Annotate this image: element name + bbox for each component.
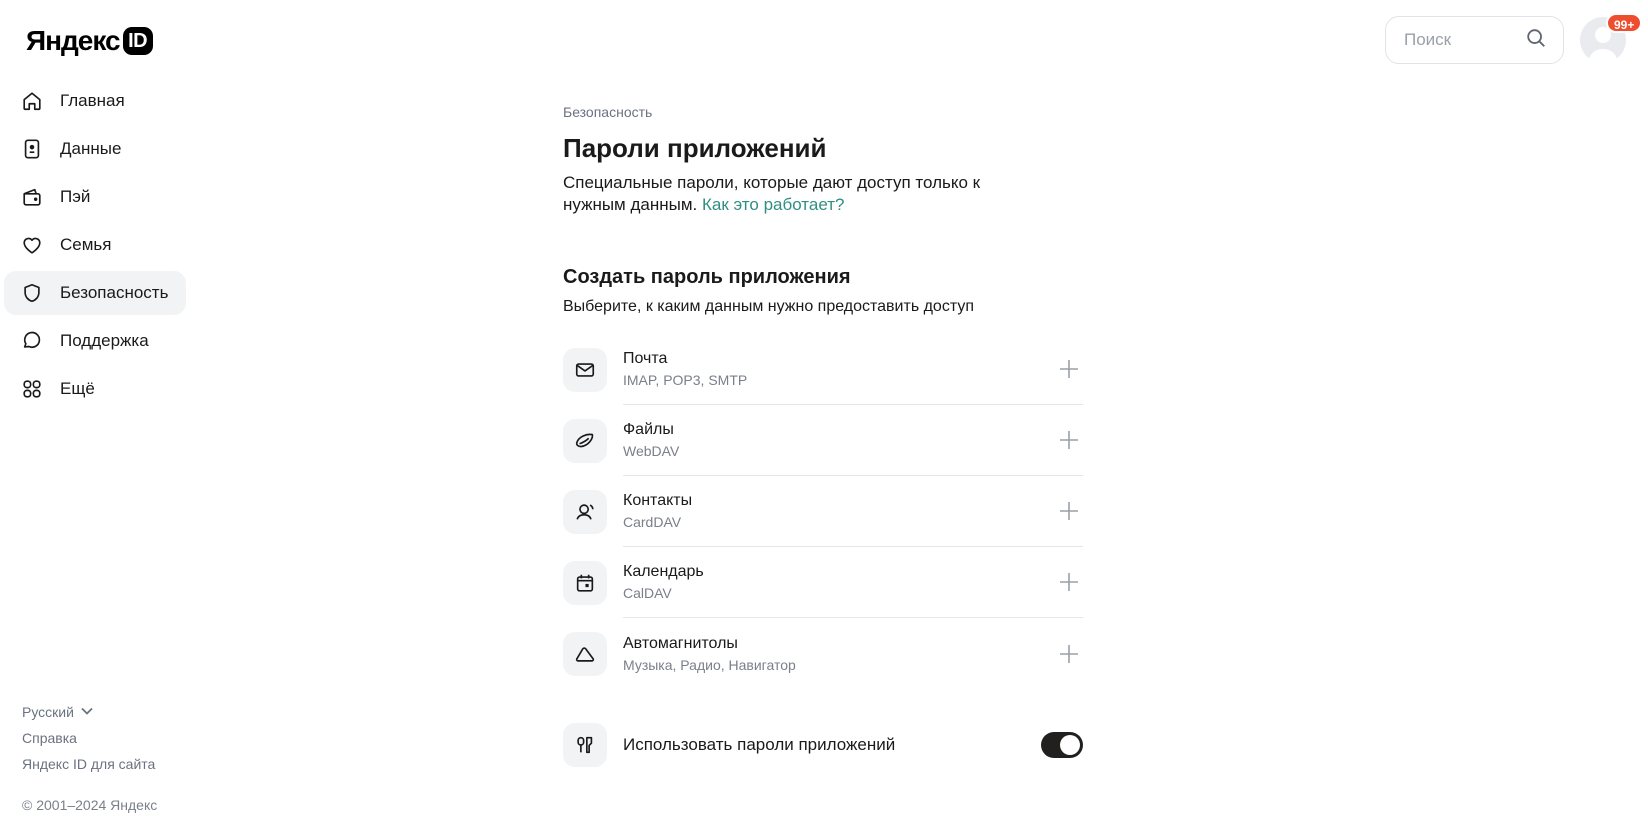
id-card-icon [20,137,44,161]
plus-icon[interactable] [1057,642,1081,666]
app-passwords-toggle-row: Использовать пароли приложений [563,709,1083,780]
service-body: Почта IMAP, POP3, SMTP [623,334,1083,405]
service-car-audio[interactable]: Автомагнитолы Музыка, Радио, Навигатор [563,618,1083,689]
sidebar-item-data[interactable]: Данные [4,127,186,171]
service-name: Календарь [623,563,704,580]
service-text: Контакты CardDAV [623,490,692,532]
service-body: Календарь CalDAV [623,547,1083,618]
page: Яндекс ID Главная Данные Пэй Семья Безоп… [0,0,1648,838]
app-passwords-toggle[interactable] [1041,731,1083,758]
notifications-badge: 99+ [1606,13,1643,33]
yandex-id-logo[interactable]: Яндекс ID [26,25,153,57]
service-body: Автомагнитолы Музыка, Радио, Навигатор [623,618,1083,689]
language-selector[interactable]: Русский [22,702,155,722]
sidebar-footer: Русский Справка Яндекс ID для сайта [22,702,155,774]
service-name: Автомагнитолы [623,634,738,652]
sidebar-item-label: Безопасность [60,283,169,302]
chat-icon [20,329,44,353]
copyright: © 2001–2024 Яндекс [22,797,158,813]
service-protocol: Музыка, Радио, Навигатор [623,656,796,673]
breadcrumb[interactable]: Безопасность [563,104,1083,124]
help-link[interactable]: Справка [22,728,155,748]
toggle-label: Использовать пароли приложений [623,734,896,754]
user-menu[interactable]: 99+ [1580,13,1643,63]
service-protocol: WebDAV [623,443,680,459]
id-for-site-link[interactable]: Яндекс ID для сайта [22,754,155,774]
calendar-icon [563,560,607,605]
car-icon [563,631,607,676]
plus-icon[interactable] [1057,428,1081,452]
section-subtitle: Выберите, к каким данным нужно предостав… [563,298,974,315]
logo-id-mark: ID [122,27,153,55]
sidebar-item-label: Пэй [60,187,91,206]
service-text: Календарь CalDAV [623,561,704,603]
services-list: Почта IMAP, POP3, SMTP Файлы WebDAV Конт… [563,334,1083,689]
sidebar-item-home[interactable]: Главная [4,79,186,123]
search-icon[interactable] [1525,27,1547,54]
sidebar-item-more[interactable]: Ещё [4,367,186,411]
disk-icon [563,418,607,463]
plus-icon[interactable] [1057,570,1081,594]
service-text: Почта IMAP, POP3, SMTP [623,348,747,390]
toggle-knob [1060,734,1080,755]
logo-brand: Яндекс [26,25,121,56]
sidebar: Главная Данные Пэй Семья Безопасность По… [4,79,186,415]
sidebar-item-label: Поддержка [60,331,149,350]
service-protocol: CalDAV [623,585,672,601]
plus-icon[interactable] [1057,499,1081,523]
shield-icon [20,281,44,305]
service-contacts[interactable]: Контакты CardDAV [563,476,1083,547]
service-protocol: CardDAV [623,514,682,530]
contacts-icon [563,489,607,534]
sidebar-item-pay[interactable]: Пэй [4,175,186,219]
service-files[interactable]: Файлы WebDAV [563,405,1083,476]
plus-icon[interactable] [1057,357,1081,381]
mail-icon [563,347,607,392]
toggle-body: Использовать пароли приложений [623,709,1083,780]
main-content: Безопасность Пароли приложений Специальн… [563,104,1083,780]
service-name: Файлы [623,421,674,438]
sidebar-item-label: Данные [60,139,122,158]
service-protocol: IMAP, POP3, SMTP [623,372,748,388]
sidebar-item-label: Главная [60,91,125,110]
service-calendar[interactable]: Календарь CalDAV [563,547,1083,618]
service-name: Контакты [623,492,693,509]
chevron-down-icon [80,704,94,721]
service-body: Контакты CardDAV [623,476,1083,547]
grid-icon [20,377,44,401]
service-mail[interactable]: Почта IMAP, POP3, SMTP [563,334,1083,405]
app-passwords-icon [563,722,607,767]
section-title: Создать пароль приложения [563,266,851,288]
sidebar-item-family[interactable]: Семья [4,223,186,267]
service-text: Файлы WebDAV [623,419,679,461]
heart-icon [20,233,44,257]
service-text: Автомагнитолы Музыка, Радио, Навигатор [623,633,796,675]
page-description: Специальные пароли, которые дают доступ … [563,172,1033,216]
sidebar-item-support[interactable]: Поддержка [4,319,186,363]
how-it-works-link[interactable]: Как это работает? [702,195,845,214]
wallet-icon [20,185,44,209]
sidebar-item-security[interactable]: Безопасность [4,271,186,315]
service-body: Файлы WebDAV [623,405,1083,476]
search-input[interactable] [1404,30,1514,50]
sidebar-item-label: Семья [60,235,112,254]
language-label: Русский [22,704,74,720]
home-icon [20,89,44,113]
page-title: Пароли приложений [563,133,827,163]
search-box[interactable] [1385,16,1564,64]
sidebar-item-label: Ещё [60,379,95,398]
service-name: Почта [623,350,668,367]
